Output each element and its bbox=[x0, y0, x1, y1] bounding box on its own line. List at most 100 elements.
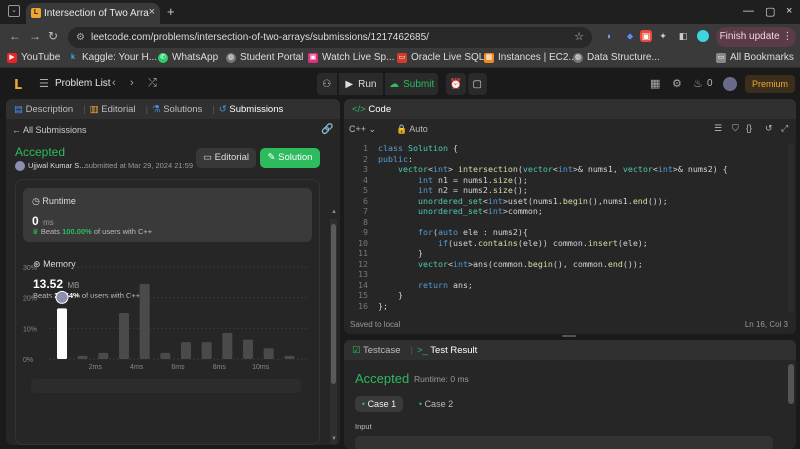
bookmark-kaggle[interactable]: k Kaggle: Your H... bbox=[68, 52, 157, 63]
profile-avatar-icon[interactable] bbox=[697, 30, 709, 42]
prev-problem-icon[interactable]: ‹ bbox=[112, 77, 116, 89]
input-box[interactable] bbox=[355, 436, 773, 449]
close-tab-icon[interactable]: × bbox=[149, 6, 155, 18]
case-1-tab[interactable]: • Case 1 bbox=[355, 396, 403, 412]
run-button[interactable]: ▶ Run bbox=[338, 73, 384, 95]
share-link-icon[interactable]: 🔗 bbox=[321, 124, 333, 135]
left-scrollbar[interactable] bbox=[330, 219, 337, 444]
tab-test-result[interactable]: >_ Test Result bbox=[417, 345, 477, 356]
mode-indicator[interactable]: 🔒 Auto bbox=[396, 124, 428, 135]
extension-icon-3[interactable]: ▣ bbox=[640, 30, 652, 42]
notes-button[interactable]: ▢ bbox=[467, 73, 487, 95]
back-icon[interactable]: ← bbox=[9, 29, 21, 43]
new-tab-button[interactable]: + bbox=[167, 4, 175, 19]
tab-description[interactable]: ▤ Description bbox=[14, 104, 73, 115]
chart-bar[interactable] bbox=[98, 352, 109, 359]
chart-bar[interactable] bbox=[243, 339, 253, 359]
submit-button[interactable]: ☁ Submit bbox=[385, 73, 438, 95]
extension-icon-1[interactable]: ◗ bbox=[603, 30, 615, 42]
submission-status: Accepted bbox=[15, 145, 66, 159]
format-icon[interactable]: ☰ bbox=[714, 123, 722, 134]
tab-submissions[interactable]: ↺ Submissions bbox=[219, 104, 283, 115]
line-number: 11 bbox=[358, 248, 368, 258]
address-bar[interactable]: ⚙ leetcode.com/problems/intersection-of-… bbox=[68, 27, 592, 48]
premium-button[interactable]: Premium bbox=[745, 75, 795, 93]
chart-bar[interactable] bbox=[139, 283, 150, 359]
extension-icon-2[interactable]: ⬥ bbox=[624, 30, 636, 42]
clock-icon: ◷ bbox=[32, 196, 40, 206]
shuffle-icon[interactable]: ⤮ bbox=[148, 77, 157, 90]
scroll-up-icon[interactable]: ▲ bbox=[331, 209, 337, 215]
code-scrollbar[interactable] bbox=[788, 143, 794, 313]
scroll-down-icon[interactable]: ▼ bbox=[331, 436, 337, 442]
leetcode-favicon-icon: L bbox=[31, 8, 41, 18]
tab-solutions[interactable]: ⚗ Solutions bbox=[152, 104, 202, 115]
site-info-icon[interactable]: ⚙ bbox=[76, 27, 85, 48]
debug-button[interactable]: ⚇ bbox=[317, 73, 337, 95]
browser-tab[interactable]: L Intersection of Two Arra × bbox=[26, 3, 160, 24]
chart-bar[interactable] bbox=[119, 313, 129, 359]
back-to-submissions[interactable]: ← All Submissions bbox=[12, 125, 87, 135]
y-tick-label: 20% bbox=[23, 296, 37, 303]
user-avatar[interactable] bbox=[723, 77, 737, 91]
runtime-label: ◷ Runtime bbox=[32, 196, 76, 206]
braces-icon[interactable]: {} bbox=[746, 123, 752, 133]
layout-icon[interactable]: ▦ bbox=[650, 77, 660, 90]
tab-editorial[interactable]: ▥ Editorial bbox=[90, 104, 136, 115]
scroll-thumb[interactable] bbox=[331, 224, 336, 384]
maximize-icon[interactable]: ▢ bbox=[765, 5, 775, 18]
case-2-tab[interactable]: • Case 2 bbox=[412, 396, 460, 412]
oracle-icon: ▭ bbox=[397, 52, 407, 63]
extensions-icon[interactable]: ✦ bbox=[657, 30, 669, 42]
settings-icon[interactable]: ⚙ bbox=[672, 77, 682, 90]
editorial-button[interactable]: ▭ Editorial bbox=[196, 148, 256, 168]
bookmark-star-icon[interactable]: ☆ bbox=[574, 27, 584, 48]
bookmark-watch-live[interactable]: ▣ Watch Live Sp... bbox=[308, 52, 394, 63]
chart-bar[interactable] bbox=[181, 342, 191, 359]
reset-icon[interactable]: ↺ bbox=[765, 123, 773, 134]
bookmark-icon[interactable]: ⛉ bbox=[732, 123, 739, 134]
bookmark-oracle-live-sql[interactable]: ▭ Oracle Live SQL bbox=[397, 52, 484, 63]
leetcode-logo-icon[interactable]: ᒪ bbox=[14, 77, 28, 92]
post-solution-button[interactable]: ✎ Solution bbox=[260, 148, 320, 168]
bookmark-data-structure[interactable]: ◍ Data Structure... bbox=[573, 52, 660, 63]
chart-bar[interactable] bbox=[284, 355, 295, 359]
reload-icon[interactable]: ↻ bbox=[48, 29, 58, 43]
runtime-card[interactable]: ◷ Runtime 0 ms ♛ Beats 100.00% of users … bbox=[23, 188, 312, 242]
all-bookmarks[interactable]: ▭ All Bookmarks bbox=[716, 52, 794, 63]
problem-list-icon[interactable]: ☰ bbox=[39, 77, 49, 90]
bookmark-youtube[interactable]: ▶ YouTube bbox=[7, 52, 60, 63]
streak-fire-icon[interactable]: ♨ bbox=[693, 77, 703, 90]
side-panel-icon[interactable]: ◧ bbox=[677, 30, 689, 42]
problem-list-link[interactable]: Problem List bbox=[55, 78, 111, 89]
author-avatar[interactable] bbox=[15, 161, 25, 171]
fullscreen-icon[interactable]: ⤢ bbox=[781, 123, 788, 134]
code-line: } bbox=[378, 248, 423, 258]
code-tab[interactable]: </> Code bbox=[352, 104, 391, 115]
line-number: 9 bbox=[363, 227, 368, 237]
code-panel-header: </> Code bbox=[344, 99, 796, 119]
tab-testcase[interactable]: ☑ Testcase bbox=[352, 345, 401, 356]
panel-resize-handle[interactable] bbox=[562, 335, 576, 337]
chart-bar[interactable] bbox=[201, 342, 212, 359]
bookmark-whatsapp[interactable]: ✆ WhatsApp bbox=[158, 52, 218, 63]
bookmark-instances-ec2[interactable]: ▦ Instances | EC2... bbox=[484, 52, 577, 63]
chart-bar[interactable] bbox=[263, 348, 274, 359]
chart-bar[interactable] bbox=[57, 308, 67, 359]
bookmark-student-portal[interactable]: ◍ Student Portal bbox=[226, 52, 303, 63]
chart-bar[interactable] bbox=[222, 332, 233, 359]
chart-bar[interactable] bbox=[160, 352, 171, 359]
author-name[interactable]: Ujjwal Kumar S... bbox=[28, 161, 86, 170]
language-select[interactable]: C++ ⌄ bbox=[349, 124, 376, 135]
tab-search-icon[interactable]: ⌄ bbox=[8, 5, 20, 17]
finish-update-button[interactable]: Finish update ⋮ bbox=[716, 27, 796, 47]
forward-icon[interactable]: → bbox=[29, 29, 41, 43]
code-status-bar: Saved to local Ln 16, Col 3 bbox=[344, 318, 796, 332]
test-scrollbar[interactable] bbox=[788, 364, 794, 404]
close-window-icon[interactable]: × bbox=[786, 5, 792, 17]
timer-button[interactable]: ⏰ bbox=[446, 73, 466, 95]
chart-bar[interactable] bbox=[77, 355, 88, 359]
minimize-icon[interactable]: — bbox=[743, 5, 754, 17]
code-body[interactable]: 1 class Solution {2 public: 3 vector<int> i… bbox=[344, 143, 796, 313]
next-problem-icon[interactable]: › bbox=[130, 77, 134, 89]
